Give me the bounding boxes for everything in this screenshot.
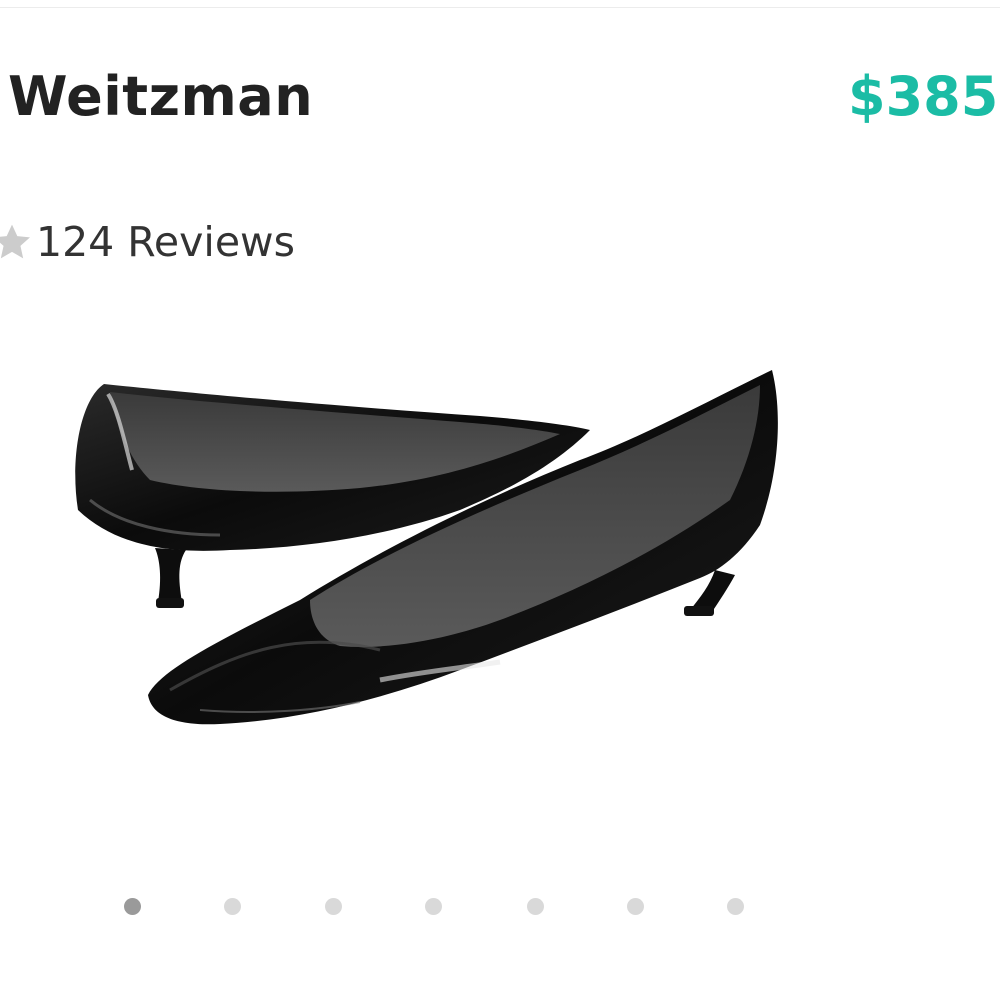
carousel-dot-5[interactable] [527, 898, 544, 915]
carousel-dot-2[interactable] [224, 898, 241, 915]
carousel-dot-6[interactable] [627, 898, 644, 915]
star-icon [0, 224, 30, 259]
top-divider [0, 0, 1000, 8]
rating-row[interactable]: 124 Reviews [0, 212, 295, 272]
carousel-dot-7[interactable] [727, 898, 744, 915]
product-image[interactable] [60, 350, 800, 750]
product-price: $385.00 [848, 65, 1000, 128]
carousel-dot-1[interactable] [124, 898, 141, 915]
product-brand: Weitzman [8, 65, 314, 128]
image-carousel-dots [0, 890, 1000, 924]
carousel-dot-4[interactable] [425, 898, 442, 915]
reviews-link[interactable]: 124 Reviews [36, 212, 295, 272]
carousel-dot-3[interactable] [325, 898, 342, 915]
